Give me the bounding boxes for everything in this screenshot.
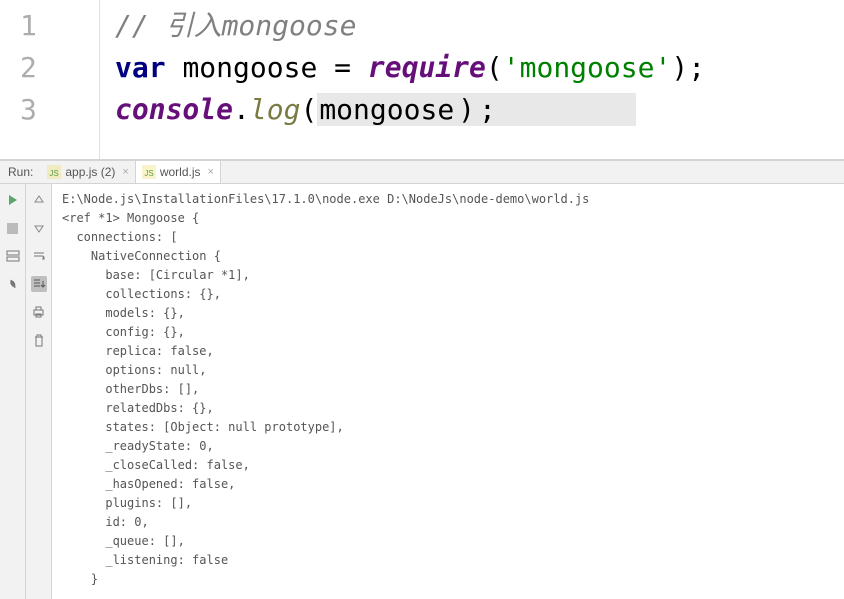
print-icon[interactable] xyxy=(31,304,47,320)
run-label: Run: xyxy=(0,165,41,179)
tab-label: app.js (2) xyxy=(65,165,115,179)
dot: . xyxy=(233,93,250,126)
semicolon: ; xyxy=(477,93,636,126)
identifier-mongoose: mongoose xyxy=(317,93,456,126)
console-line: otherDbs: [], xyxy=(62,380,834,399)
console-line: states: [Object: null prototype], xyxy=(62,418,834,437)
console-line: config: {}, xyxy=(62,323,834,342)
string-quote: ' xyxy=(503,51,520,84)
console-line: models: {}, xyxy=(62,304,834,323)
svg-text:JS: JS xyxy=(50,169,59,178)
semicolon: ; xyxy=(688,51,705,84)
svg-text:JS: JS xyxy=(144,169,153,178)
tab-label: world.js xyxy=(160,165,201,179)
output-wrapper: E:\Node.js\InstallationFiles\17.1.0\node… xyxy=(0,184,844,599)
code-comment: // 引入mongoose xyxy=(115,9,356,42)
string-quote: ' xyxy=(654,51,671,84)
console-line: connections: [ xyxy=(62,228,834,247)
console-line: _closeCalled: false, xyxy=(62,456,834,475)
code-line: var mongoose = require('mongoose'); xyxy=(115,47,844,89)
js-file-icon: JS xyxy=(142,165,156,179)
paren: ) xyxy=(671,51,688,84)
console-line: NativeConnection { xyxy=(62,247,834,266)
console-line: id: 0, xyxy=(62,513,834,532)
operator-eq: = xyxy=(317,51,368,84)
run-tab-world[interactable]: JS world.js × xyxy=(136,161,221,183)
func-log: log xyxy=(250,93,301,126)
code-area[interactable]: // 引入mongoose var mongoose = require('mo… xyxy=(100,0,844,159)
run-tab-app[interactable]: JS app.js (2) × xyxy=(41,161,135,183)
identifier-mongoose: mongoose xyxy=(182,51,317,84)
paren: ( xyxy=(486,51,503,84)
down-icon[interactable] xyxy=(31,220,47,236)
code-line: // 引入mongoose xyxy=(115,5,844,47)
console-line: _listening: false xyxy=(62,551,834,570)
console-line: replica: false, xyxy=(62,342,834,361)
paren: ) xyxy=(456,93,477,126)
console-line: base: [Circular *1], xyxy=(62,266,834,285)
pin-icon[interactable] xyxy=(5,276,21,292)
console-line: collections: {}, xyxy=(62,285,834,304)
code-line: console.log(mongoose); xyxy=(115,89,844,131)
line-number: 2 xyxy=(0,47,99,89)
console-line: plugins: [], xyxy=(62,494,834,513)
console-line: <ref *1> Mongoose { xyxy=(62,209,834,228)
console-line: _queue: [], xyxy=(62,532,834,551)
run-panel-header: Run: JS app.js (2) × JS world.js × xyxy=(0,160,844,184)
console-line: options: null, xyxy=(62,361,834,380)
up-icon[interactable] xyxy=(31,192,47,208)
trash-icon[interactable] xyxy=(31,332,47,348)
soft-wrap-icon[interactable] xyxy=(31,248,47,264)
close-icon[interactable]: × xyxy=(205,166,214,178)
console-line: relatedDbs: {}, xyxy=(62,399,834,418)
paren: ( xyxy=(300,93,317,126)
js-file-icon: JS xyxy=(47,165,61,179)
console-output[interactable]: E:\Node.js\InstallationFiles\17.1.0\node… xyxy=(52,184,844,599)
console-line: _hasOpened: false, xyxy=(62,475,834,494)
tool-column-right xyxy=(26,184,52,599)
layout-icon[interactable] xyxy=(5,248,21,264)
editor-area: 1 2 3 // 引入mongoose var mongoose = requi… xyxy=(0,0,844,160)
identifier-console: console xyxy=(115,93,233,126)
string-content: mongoose xyxy=(520,51,655,84)
line-number: 1 xyxy=(0,5,99,47)
console-line: E:\Node.js\InstallationFiles\17.1.0\node… xyxy=(62,190,834,209)
scroll-to-end-icon[interactable] xyxy=(31,276,47,292)
tool-column-left xyxy=(0,184,26,599)
stop-icon[interactable] xyxy=(5,220,21,236)
console-line: _readyState: 0, xyxy=(62,437,834,456)
close-icon[interactable]: × xyxy=(119,166,128,178)
line-number: 3 xyxy=(0,89,99,131)
line-gutter: 1 2 3 xyxy=(0,0,100,159)
run-icon[interactable] xyxy=(5,192,21,208)
keyword-var: var xyxy=(115,51,166,84)
console-line: } xyxy=(62,570,834,589)
func-require: require xyxy=(368,51,486,84)
